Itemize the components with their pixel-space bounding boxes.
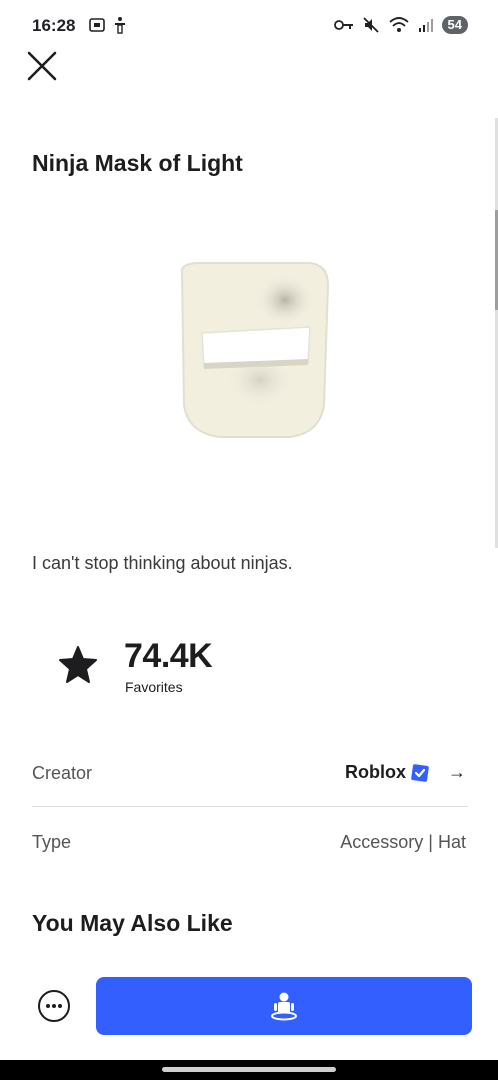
avatar-try-on-icon [271, 992, 297, 1021]
close-icon [27, 51, 57, 81]
wifi-icon [388, 17, 409, 32]
type-value: Accessory | Hat [340, 832, 466, 852]
signal-icon [418, 19, 433, 32]
verified-badge-icon [411, 763, 429, 782]
status-bar: 16:28 54 [0, 0, 498, 52]
creator-link[interactable]: Roblox → [345, 762, 466, 783]
recommendations-title: You May Also Like [32, 910, 233, 936]
status-time: 16:28 [32, 16, 76, 35]
more-button[interactable] [38, 990, 70, 1022]
item-description: I can't stop thinking about ninjas. [32, 553, 293, 573]
mute-icon [362, 17, 379, 33]
battery-indicator: 54 [441, 16, 468, 34]
screenshot-icon [89, 18, 105, 32]
favorites-label: Favorites [125, 679, 183, 695]
creator-label: Creator [32, 763, 93, 783]
star-icon [59, 646, 97, 683]
item-title: Ninja Mask of Light [32, 150, 243, 176]
divider [32, 806, 468, 807]
more-icon [46, 1004, 62, 1008]
status-icons-right: 54 [333, 16, 468, 34]
accessibility-icon [115, 17, 125, 34]
key-icon [333, 20, 353, 30]
status-icons-left [88, 16, 128, 34]
home-gesture-handle[interactable] [162, 1067, 336, 1072]
item-image [180, 262, 330, 438]
try-on-button[interactable] [96, 977, 472, 1035]
creator-name: Roblox [345, 762, 406, 782]
type-label: Type [32, 832, 72, 852]
arrow-right-icon: → [448, 762, 466, 782]
favorites-count: 74.4K [124, 637, 213, 675]
close-button[interactable] [26, 50, 58, 82]
